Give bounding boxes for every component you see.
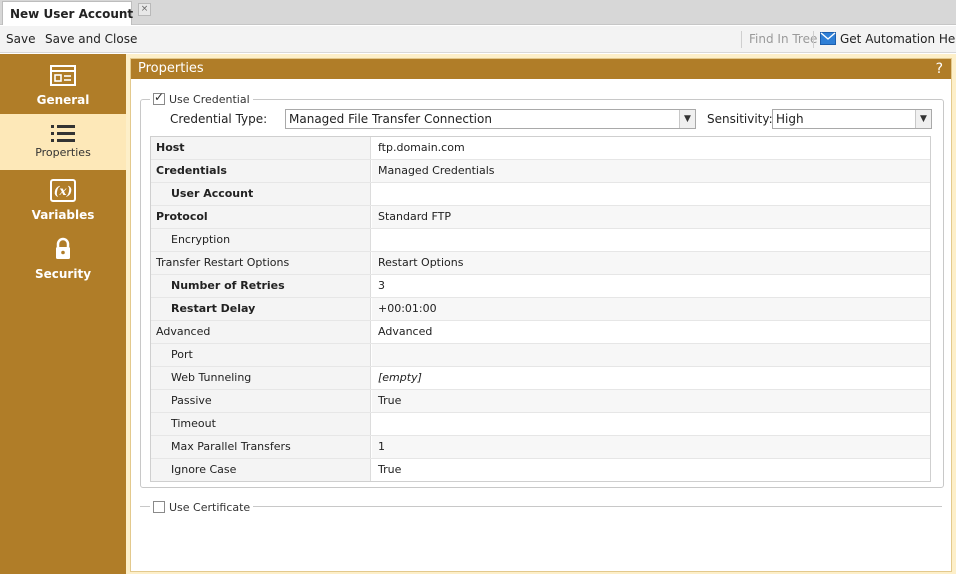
property-name: Credentials xyxy=(151,160,371,182)
toolbar-separator xyxy=(741,31,742,48)
property-value[interactable]: True xyxy=(372,390,930,412)
credential-type-select[interactable]: Managed File Transfer Connection ▼ xyxy=(285,109,696,129)
property-row-timeout[interactable]: Timeout xyxy=(151,413,930,436)
property-value[interactable] xyxy=(372,183,930,205)
use-credential-legend: ✓ Use Credential xyxy=(150,90,253,106)
property-grid: Host ftp.domain.com Credentials Managed … xyxy=(150,136,931,482)
property-row-transfer-restart-options[interactable]: Transfer Restart Options Restart Options xyxy=(151,252,930,275)
property-value[interactable] xyxy=(372,229,930,251)
save-and-close-button[interactable]: Save and Close xyxy=(45,32,137,46)
lock-icon xyxy=(56,237,70,259)
sidebar-item-properties[interactable]: Properties xyxy=(0,114,126,170)
property-name: Protocol xyxy=(151,206,371,228)
use-certificate-label: Use Certificate xyxy=(169,500,251,514)
use-credential-checkbox[interactable]: ✓ xyxy=(153,90,165,105)
property-value[interactable]: [empty] xyxy=(372,367,930,389)
property-name: Encryption xyxy=(151,229,371,251)
property-name: Host xyxy=(151,137,371,159)
credential-type-label: Credential Type: xyxy=(170,112,268,126)
sidebar-item-general[interactable]: General xyxy=(0,56,126,112)
general-icon xyxy=(50,65,76,86)
sensitivity-value: High xyxy=(776,112,804,126)
property-name: Max Parallel Transfers xyxy=(151,436,371,458)
find-in-tree-button[interactable]: Find In Tree xyxy=(749,32,817,46)
checkmark-icon: ✓ xyxy=(154,90,165,104)
use-certificate-legend: Use Certificate xyxy=(150,500,254,514)
property-value[interactable] xyxy=(372,413,930,435)
list-icon xyxy=(51,125,75,142)
property-value[interactable]: True xyxy=(372,459,930,481)
property-value[interactable]: Restart Options xyxy=(372,252,930,274)
use-certificate-checkbox[interactable] xyxy=(153,501,165,513)
document-tab[interactable]: New User Account xyxy=(2,1,134,25)
use-credential-label: Use Credential xyxy=(169,92,250,106)
property-name: User Account xyxy=(151,183,371,205)
property-name: Passive xyxy=(151,390,371,412)
variable-icon: (x) xyxy=(50,179,76,202)
chevron-down-icon: ▼ xyxy=(679,110,695,128)
certificate-divider xyxy=(140,506,942,507)
property-value[interactable]: 3 xyxy=(372,275,930,297)
property-row-ignore-case[interactable]: Ignore Case True xyxy=(151,459,930,482)
sensitivity-select[interactable]: High ▼ xyxy=(772,109,932,129)
property-row-max-parallel-transfers[interactable]: Max Parallel Transfers 1 xyxy=(151,436,930,459)
panel-title: Properties xyxy=(138,61,204,76)
property-row-restart-delay[interactable]: Restart Delay +00:01:00 xyxy=(151,298,930,321)
sidebar-item-security[interactable]: Security xyxy=(0,232,126,288)
property-row-port[interactable]: Port xyxy=(151,344,930,367)
property-name: Transfer Restart Options xyxy=(151,252,371,274)
toolbar-separator xyxy=(813,31,814,48)
sidebar-item-variables[interactable]: (x) Variables xyxy=(0,172,126,228)
get-automation-help-button[interactable]: Get Automation Help... xyxy=(840,32,956,46)
toolbar: Save Save and Close Find In Tree Get Aut… xyxy=(0,26,956,53)
property-name: Ignore Case xyxy=(151,459,371,481)
property-name: Restart Delay xyxy=(151,298,371,320)
save-button[interactable]: Save xyxy=(6,32,35,46)
property-name: Number of Retries xyxy=(151,275,371,297)
sidebar-item-label: Variables xyxy=(31,208,95,222)
tab-bar: New User Account × xyxy=(0,0,956,25)
property-row-number-of-retries[interactable]: Number of Retries 3 xyxy=(151,275,930,298)
property-row-protocol[interactable]: Protocol Standard FTP xyxy=(151,206,930,229)
property-value[interactable] xyxy=(372,344,930,366)
sidebar-item-label: General xyxy=(36,93,90,107)
tab-close-icon[interactable]: × xyxy=(138,3,151,16)
sidebar-item-label: Security xyxy=(34,267,92,281)
property-value[interactable]: 1 xyxy=(372,436,930,458)
property-name: Web Tunneling xyxy=(151,367,371,389)
property-row-web-tunneling[interactable]: Web Tunneling [empty] xyxy=(151,367,930,390)
sensitivity-label: Sensitivity: xyxy=(707,112,773,126)
property-row-passive[interactable]: Passive True xyxy=(151,390,930,413)
credential-type-value: Managed File Transfer Connection xyxy=(289,112,492,126)
sidebar-item-label: Properties xyxy=(35,146,91,159)
property-value[interactable]: Advanced xyxy=(372,321,930,343)
envelope-icon xyxy=(820,32,836,45)
svg-text:(x): (x) xyxy=(54,184,73,198)
property-name: Timeout xyxy=(151,413,371,435)
property-row-user-account[interactable]: User Account xyxy=(151,183,930,206)
property-row-encryption[interactable]: Encryption xyxy=(151,229,930,252)
sidebar: General Properties (x) Variables Securit… xyxy=(0,54,126,574)
property-value[interactable]: +00:01:00 xyxy=(372,298,930,320)
property-name: Advanced xyxy=(151,321,371,343)
help-icon[interactable]: ? xyxy=(936,59,943,79)
property-row-host[interactable]: Host ftp.domain.com xyxy=(151,137,930,160)
property-name: Port xyxy=(151,344,371,366)
tab-title: New User Account xyxy=(10,6,134,21)
property-row-credentials[interactable]: Credentials Managed Credentials xyxy=(151,160,930,183)
property-value[interactable]: ftp.domain.com xyxy=(372,137,930,159)
chevron-down-icon: ▼ xyxy=(915,110,931,128)
property-value[interactable]: Standard FTP xyxy=(372,206,930,228)
property-value[interactable]: Managed Credentials xyxy=(372,160,930,182)
panel-header: Properties ? xyxy=(131,59,951,79)
property-row-advanced[interactable]: Advanced Advanced xyxy=(151,321,930,344)
